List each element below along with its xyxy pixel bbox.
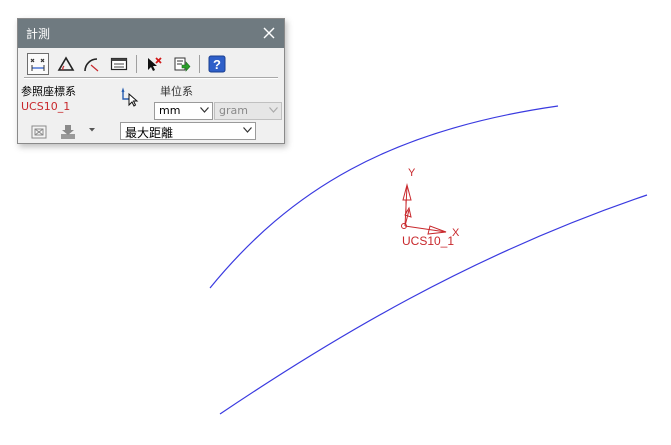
curve-lower[interactable] bbox=[219, 194, 648, 415]
chevron-down-icon bbox=[243, 127, 252, 133]
mass-unit-select: gram bbox=[214, 102, 282, 120]
ucs-name-label: UCS10_1 bbox=[402, 234, 454, 248]
close-button[interactable] bbox=[258, 22, 280, 44]
measure-sheet-button[interactable] bbox=[30, 123, 48, 141]
angle-measure-button[interactable] bbox=[55, 53, 77, 75]
export-button[interactable] bbox=[171, 53, 193, 75]
panel-titlebar[interactable]: 計測 bbox=[18, 19, 284, 48]
measure-mode-select[interactable]: 最大距離 bbox=[120, 122, 256, 140]
dropdown-arrow-icon[interactable] bbox=[89, 127, 95, 133]
units-label: 単位系 bbox=[160, 85, 193, 98]
length-unit-value: mm bbox=[159, 104, 181, 117]
help-button[interactable]: ? bbox=[206, 53, 228, 75]
ucs-triad[interactable]: Y X UCS10_1 bbox=[401, 167, 461, 248]
info-list-icon bbox=[110, 57, 128, 71]
save-results-button[interactable] bbox=[59, 123, 77, 141]
angle-measure-icon bbox=[57, 56, 75, 71]
mass-unit-value: gram bbox=[219, 104, 248, 117]
pick-reference-button[interactable] bbox=[120, 87, 140, 107]
measure-mode-value: 最大距離 bbox=[125, 126, 174, 140]
length-unit-select[interactable]: mm bbox=[154, 102, 213, 120]
svg-text:?: ? bbox=[213, 57, 221, 72]
reference-frame-label: 参照座標系 bbox=[21, 85, 76, 98]
reference-frame-value: UCS10_1 bbox=[21, 100, 71, 113]
info-list-button[interactable] bbox=[108, 53, 130, 75]
close-icon bbox=[263, 27, 275, 39]
chevron-down-icon bbox=[200, 107, 209, 113]
measure-sheet-icon bbox=[31, 125, 47, 139]
panel-toolbar: ? bbox=[24, 53, 282, 75]
export-icon bbox=[174, 57, 191, 72]
arc-measure-button[interactable] bbox=[81, 53, 103, 75]
pick-reference-icon bbox=[121, 87, 139, 107]
measure-panel: 計測 ? 参照座標系 UCS10_1 単位系 mm gram 最大距離 bbox=[17, 18, 285, 144]
clear-selection-button[interactable] bbox=[143, 53, 165, 75]
distance-measure-button[interactable] bbox=[27, 53, 49, 75]
clear-selection-icon bbox=[148, 57, 162, 71]
panel-title: 計測 bbox=[26, 27, 51, 41]
arc-measure-icon bbox=[84, 58, 99, 72]
save-download-icon bbox=[61, 125, 75, 139]
axis-y-label: Y bbox=[408, 167, 416, 179]
help-icon: ? bbox=[208, 55, 226, 73]
chevron-down-icon bbox=[269, 107, 278, 113]
distance-measure-icon bbox=[30, 58, 45, 71]
